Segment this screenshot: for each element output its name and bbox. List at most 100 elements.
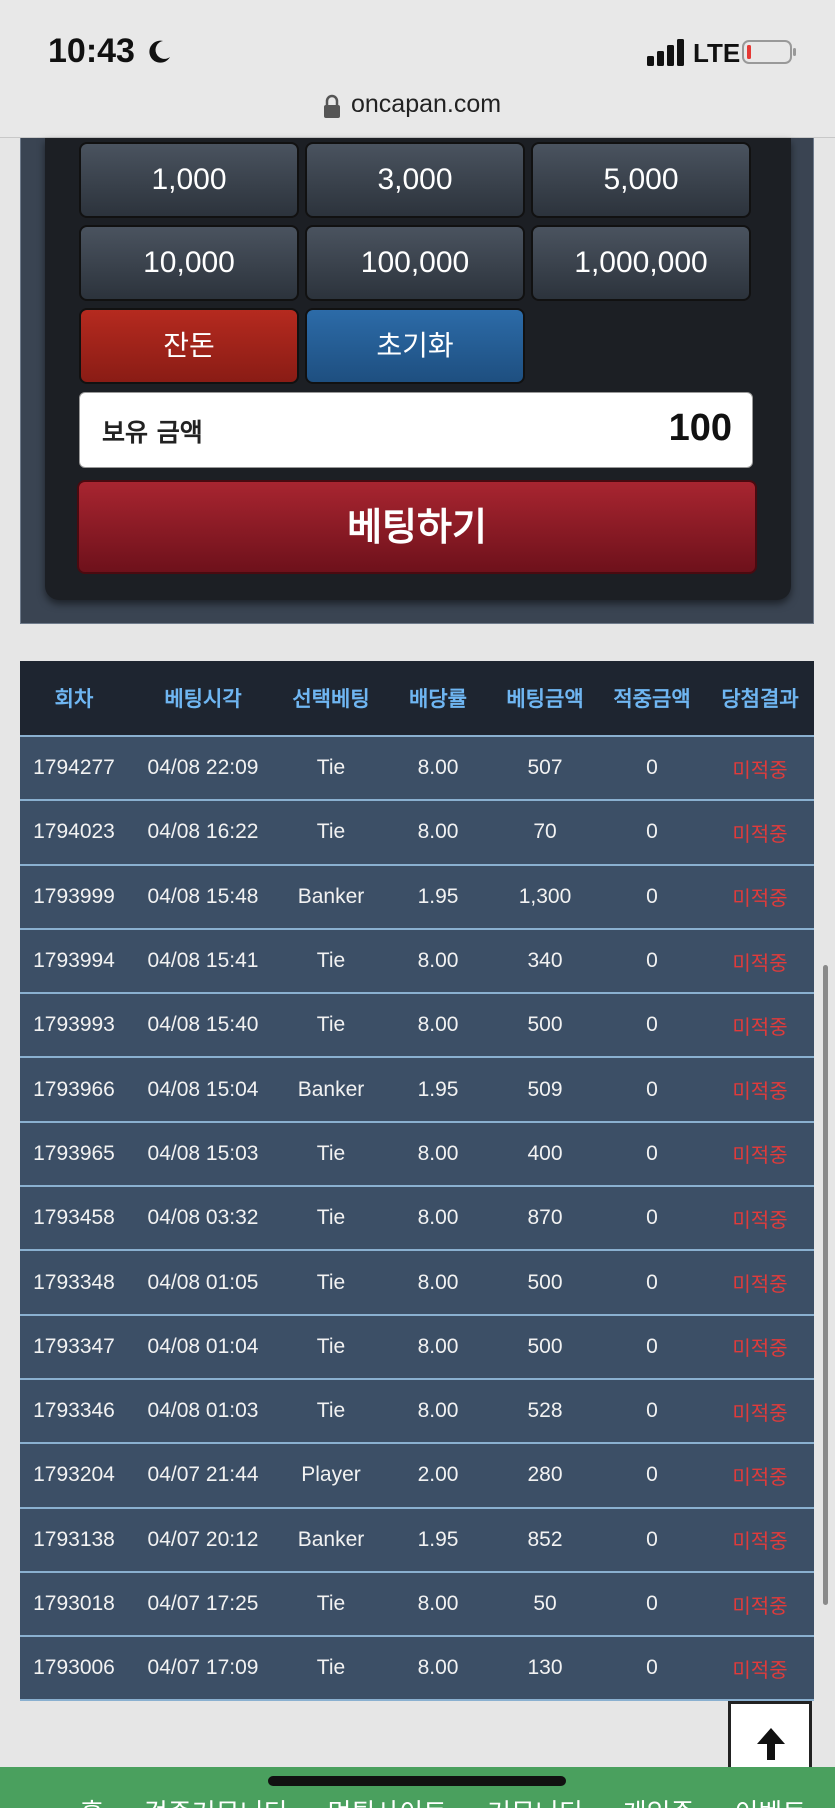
chip-button-1000[interactable]: 1,000 — [79, 142, 299, 218]
header-selection: 선택베팅 — [292, 687, 370, 711]
cell-round: 1793458 — [33, 1206, 115, 1230]
cell-bet-amount: 340 — [527, 949, 563, 973]
table-row: 1793999 04/08 15:48 Banker 1.95 1,300 0 미적중 — [20, 865, 814, 930]
cell-odds: 8.00 — [417, 1399, 459, 1423]
cell-selection: Banker — [297, 1077, 365, 1101]
cell-odds: 8.00 — [417, 1270, 459, 1294]
cell-selection: Tie — [316, 1656, 346, 1680]
change-button[interactable]: 잔돈 — [79, 308, 299, 384]
chip-button-1000000[interactable]: 1,000,000 — [531, 225, 751, 301]
chip-button-3000[interactable]: 3,000 — [305, 142, 525, 218]
balance-value: 100 — [668, 407, 732, 449]
cell-round: 1793348 — [33, 1270, 115, 1294]
cell-selection: Tie — [316, 1013, 346, 1037]
cell-win-amount: 0 — [646, 1592, 658, 1615]
cell-bet-amount: 507 — [527, 756, 563, 780]
footer-nav-item[interactable]: 검증커뮤니티 — [144, 1793, 288, 1808]
cell-win-amount: 0 — [646, 1077, 658, 1101]
table-row: 1794023 04/08 16:22 Tie 8.00 70 0 미적중 — [20, 801, 814, 866]
moon-icon — [149, 40, 170, 63]
cell-bet-time: 04/08 03:32 — [147, 1206, 259, 1230]
cell-odds: 8.00 — [417, 1013, 459, 1037]
cell-bet-amount: 1,300 — [518, 884, 572, 908]
table-row: 1793346 04/08 01:03 Tie 8.00 528 0 미적중 — [20, 1379, 814, 1445]
status-time: 10:43 — [48, 32, 135, 70]
cell-round: 1793347 — [33, 1334, 115, 1358]
cell-selection: Tie — [316, 1399, 346, 1423]
betting-panel: 1,000 3,000 5,000 10,000 100,000 1,000,0… — [20, 138, 814, 624]
chip-button-5000[interactable]: 5,000 — [531, 142, 751, 218]
cell-odds: 1.95 — [417, 1077, 459, 1101]
cell-bet-time: 04/08 01:05 — [147, 1270, 259, 1294]
cell-bet-amount: 130 — [527, 1656, 563, 1680]
cell-odds: 8.00 — [417, 949, 459, 973]
chip-button-10000[interactable]: 10,000 — [79, 225, 299, 301]
cell-selection: Banker — [297, 884, 365, 908]
footer-nav-item[interactable]: 게임존 — [623, 1793, 695, 1808]
chip-button-100000[interactable]: 100,000 — [305, 225, 525, 301]
cell-bet-amount: 500 — [527, 1334, 563, 1358]
cell-result: 미적중 — [732, 1657, 788, 1682]
cell-win-amount: 0 — [646, 949, 658, 973]
cell-bet-amount: 870 — [527, 1206, 563, 1230]
arrow-up-icon — [757, 1728, 785, 1760]
cell-bet-time: 04/08 01:03 — [147, 1399, 259, 1423]
cell-win-amount: 0 — [646, 1334, 658, 1358]
cell-odds: 2.00 — [417, 1463, 459, 1487]
cell-result: 미적중 — [732, 1400, 788, 1425]
table-row: 1793458 04/08 03:32 Tie 8.00 870 0 미적중 — [20, 1187, 814, 1252]
cell-bet-amount: 500 — [527, 1013, 563, 1037]
reset-button[interactable]: 초기화 — [305, 308, 525, 384]
cell-round: 1793999 — [33, 884, 115, 908]
footer-nav-item[interactable]: 커뮤니티 — [487, 1793, 583, 1808]
header-round: 회차 — [54, 687, 94, 711]
balance-box: 보유 금액 100 — [79, 392, 753, 468]
lock-icon — [324, 94, 340, 118]
cell-result: 미적중 — [732, 1593, 788, 1618]
table-row: 1793348 04/08 01:05 Tie 8.00 500 0 미적중 — [20, 1251, 814, 1316]
cell-bet-time: 04/08 15:04 — [147, 1077, 259, 1101]
cell-round: 1794277 — [33, 756, 115, 780]
cell-selection: Tie — [316, 1334, 346, 1358]
page-scrollbar[interactable] — [823, 965, 828, 1605]
bet-button[interactable]: 베팅하기 — [77, 480, 757, 574]
table-header: 회차 베팅시각 선택베팅 배당률 베팅금액 적중금액 당첨결과 — [20, 661, 814, 737]
browser-url-bar[interactable]: oncapan.com — [0, 84, 835, 138]
cell-bet-time: 04/08 15:03 — [147, 1141, 259, 1165]
footer-nav-item[interactable]: 홈 — [80, 1793, 104, 1808]
cell-bet-amount: 70 — [533, 820, 557, 844]
cell-result: 미적중 — [732, 1079, 788, 1104]
cell-bet-amount: 280 — [527, 1463, 563, 1487]
cell-round: 1793994 — [33, 949, 115, 973]
cell-odds: 1.95 — [417, 884, 459, 908]
cell-win-amount: 0 — [646, 1270, 658, 1294]
cell-selection: Tie — [316, 949, 346, 973]
cell-selection: Tie — [316, 820, 346, 844]
cell-bet-time: 04/07 20:12 — [147, 1527, 259, 1551]
footer-nav-item[interactable]: 이벤트 — [735, 1793, 807, 1808]
cell-bet-time: 04/07 17:25 — [147, 1592, 259, 1615]
cell-round: 1793006 — [33, 1656, 115, 1680]
cell-round: 1793138 — [33, 1527, 115, 1551]
cell-round: 1793993 — [33, 1013, 115, 1037]
balance-label: 보유 금액 — [102, 418, 203, 447]
cell-selection: Tie — [316, 1141, 346, 1165]
cell-result: 미적중 — [732, 1143, 788, 1168]
battery-icon — [742, 40, 796, 64]
cell-win-amount: 0 — [646, 1206, 658, 1230]
table-row: 1793994 04/08 15:41 Tie 8.00 340 0 미적중 — [20, 929, 814, 995]
table-row: 1793966 04/08 15:04 Banker 1.95 509 0 미적중 — [20, 1058, 814, 1123]
cell-bet-time: 04/08 22:09 — [147, 756, 259, 780]
cell-bet-time: 04/08 15:40 — [147, 1013, 259, 1037]
home-indicator — [268, 1776, 566, 1786]
cell-win-amount: 0 — [646, 1399, 658, 1423]
signal-icon — [647, 39, 684, 66]
table-row: 1793347 04/08 01:04 Tie 8.00 500 0 미적중 — [20, 1315, 814, 1380]
status-bar: 10:43 LTE — [0, 0, 835, 90]
table-row: 1794277 04/08 22:09 Tie 8.00 507 0 미적중 — [20, 737, 814, 802]
cell-bet-amount: 852 — [527, 1527, 563, 1551]
table-row: 1793965 04/08 15:03 Tie 8.00 400 0 미적중 — [20, 1122, 814, 1188]
footer-nav-item[interactable]: 먹튀사이트 — [327, 1793, 447, 1808]
cell-selection: Tie — [316, 1206, 346, 1230]
table-row: 1793138 04/07 20:12 Banker 1.95 852 0 미적중 — [20, 1508, 814, 1573]
